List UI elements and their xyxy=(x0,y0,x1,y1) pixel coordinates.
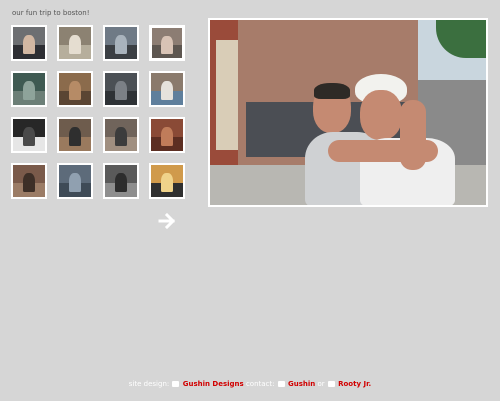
contact-link-1[interactable]: Gushin xyxy=(288,380,315,388)
thumbnail-7[interactable] xyxy=(103,71,139,107)
thumbnail-11[interactable] xyxy=(103,117,139,153)
thumbnail-15[interactable] xyxy=(103,163,139,199)
thumbnail-6[interactable] xyxy=(57,71,93,107)
thumbnail-9[interactable] xyxy=(11,117,47,153)
contact-label: contact: xyxy=(245,380,275,388)
thumbnail-10[interactable] xyxy=(57,117,93,153)
thumbnail-grid xyxy=(11,25,191,201)
thumbnail-16[interactable] xyxy=(149,163,185,199)
thumbnail-12[interactable] xyxy=(149,117,185,153)
next-arrow-icon[interactable] xyxy=(158,211,178,231)
chat-icon xyxy=(277,381,285,387)
designer-link[interactable]: Gushin Designs xyxy=(183,380,244,388)
thumbnail-4[interactable] xyxy=(149,25,185,61)
thumbnail-3[interactable] xyxy=(103,25,139,61)
envelope-icon xyxy=(172,381,180,387)
thumbnail-2[interactable] xyxy=(57,25,93,61)
or-text: or xyxy=(317,380,325,388)
page-title: our fun trip to boston! xyxy=(12,9,90,17)
thumbnail-13[interactable] xyxy=(11,163,47,199)
thumbnail-1[interactable] xyxy=(11,25,47,61)
footer-prefix: site design: xyxy=(128,380,170,388)
thumbnail-8[interactable] xyxy=(149,71,185,107)
chat-icon xyxy=(327,381,335,387)
main-photo xyxy=(208,18,488,207)
thumbnail-5[interactable] xyxy=(11,71,47,107)
thumbnail-14[interactable] xyxy=(57,163,93,199)
contact-link-2[interactable]: Rooty Jr. xyxy=(338,380,371,388)
footer: site design: Gushin Designs contact: Gus… xyxy=(0,380,500,388)
